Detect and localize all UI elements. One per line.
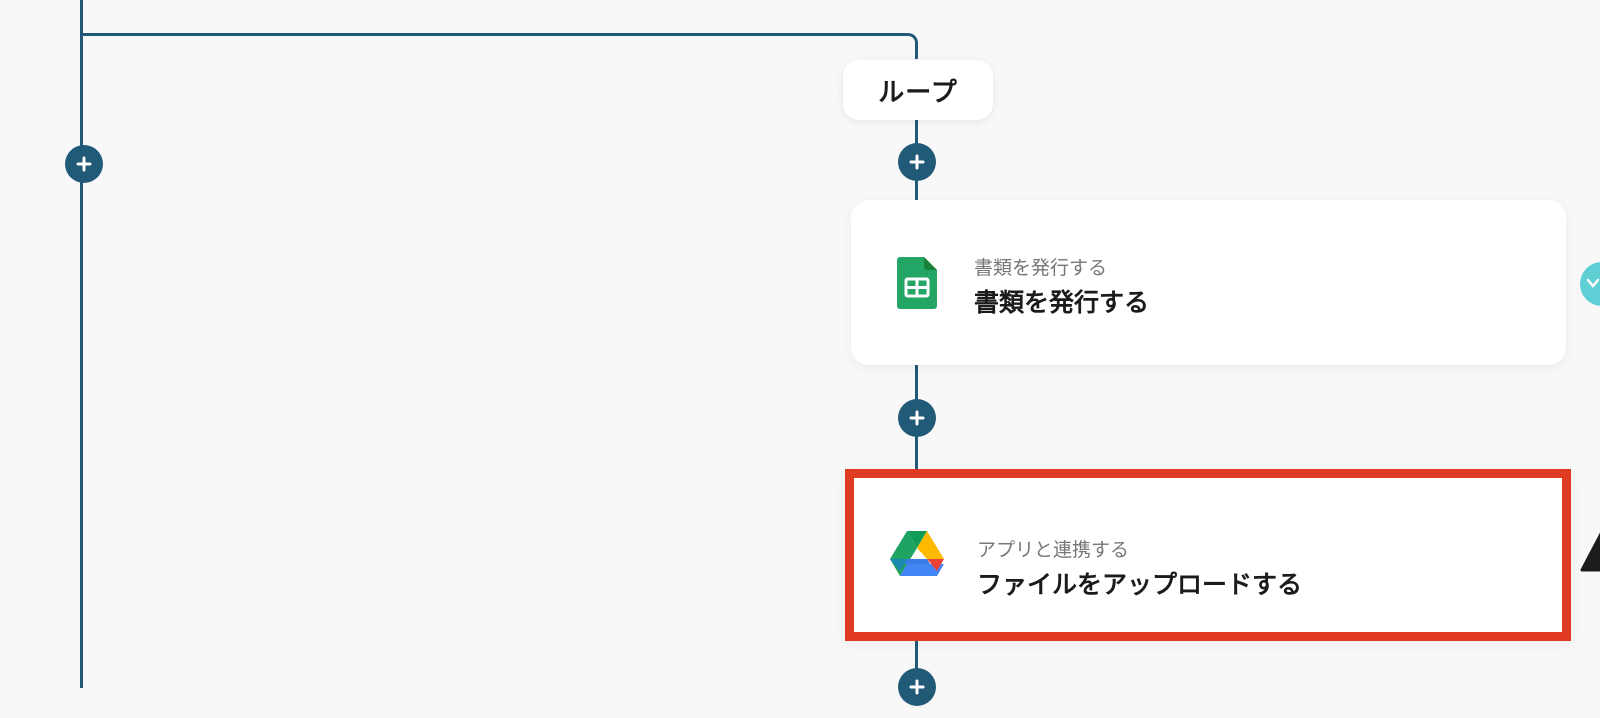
google-sheets-icon [897, 257, 937, 313]
step-card-issue-document[interactable]: 書類を発行する 書類を発行する [851, 200, 1566, 365]
plus-icon [909, 679, 925, 695]
add-step-button-left[interactable] [65, 145, 103, 183]
add-step-button-2[interactable] [898, 399, 936, 437]
loop-label: ループ [878, 77, 958, 108]
step-toggle-handle[interactable] [1580, 262, 1600, 306]
branch-top-line [80, 33, 900, 36]
step-title: ファイルをアップロードする [977, 570, 1303, 599]
warning-triangle-icon [1580, 532, 1600, 572]
step-subtitle: アプリと連携する [977, 539, 1130, 561]
loop-node[interactable]: ループ [843, 60, 993, 120]
step-subtitle: 書類を発行する [974, 257, 1108, 279]
google-drive-icon [890, 530, 944, 582]
step-card-upload-file[interactable]: アプリと連携する ファイルをアップロードする [845, 469, 1571, 641]
branch-corner [888, 33, 918, 59]
plus-icon [909, 410, 925, 426]
add-step-button-3[interactable] [898, 668, 936, 706]
add-step-button-1[interactable] [898, 143, 936, 181]
chevron-down-icon [1586, 278, 1600, 288]
left-branch-line [80, 0, 83, 688]
plus-icon [76, 156, 92, 172]
step-title: 書類を発行する [974, 288, 1150, 317]
plus-icon [909, 154, 925, 170]
